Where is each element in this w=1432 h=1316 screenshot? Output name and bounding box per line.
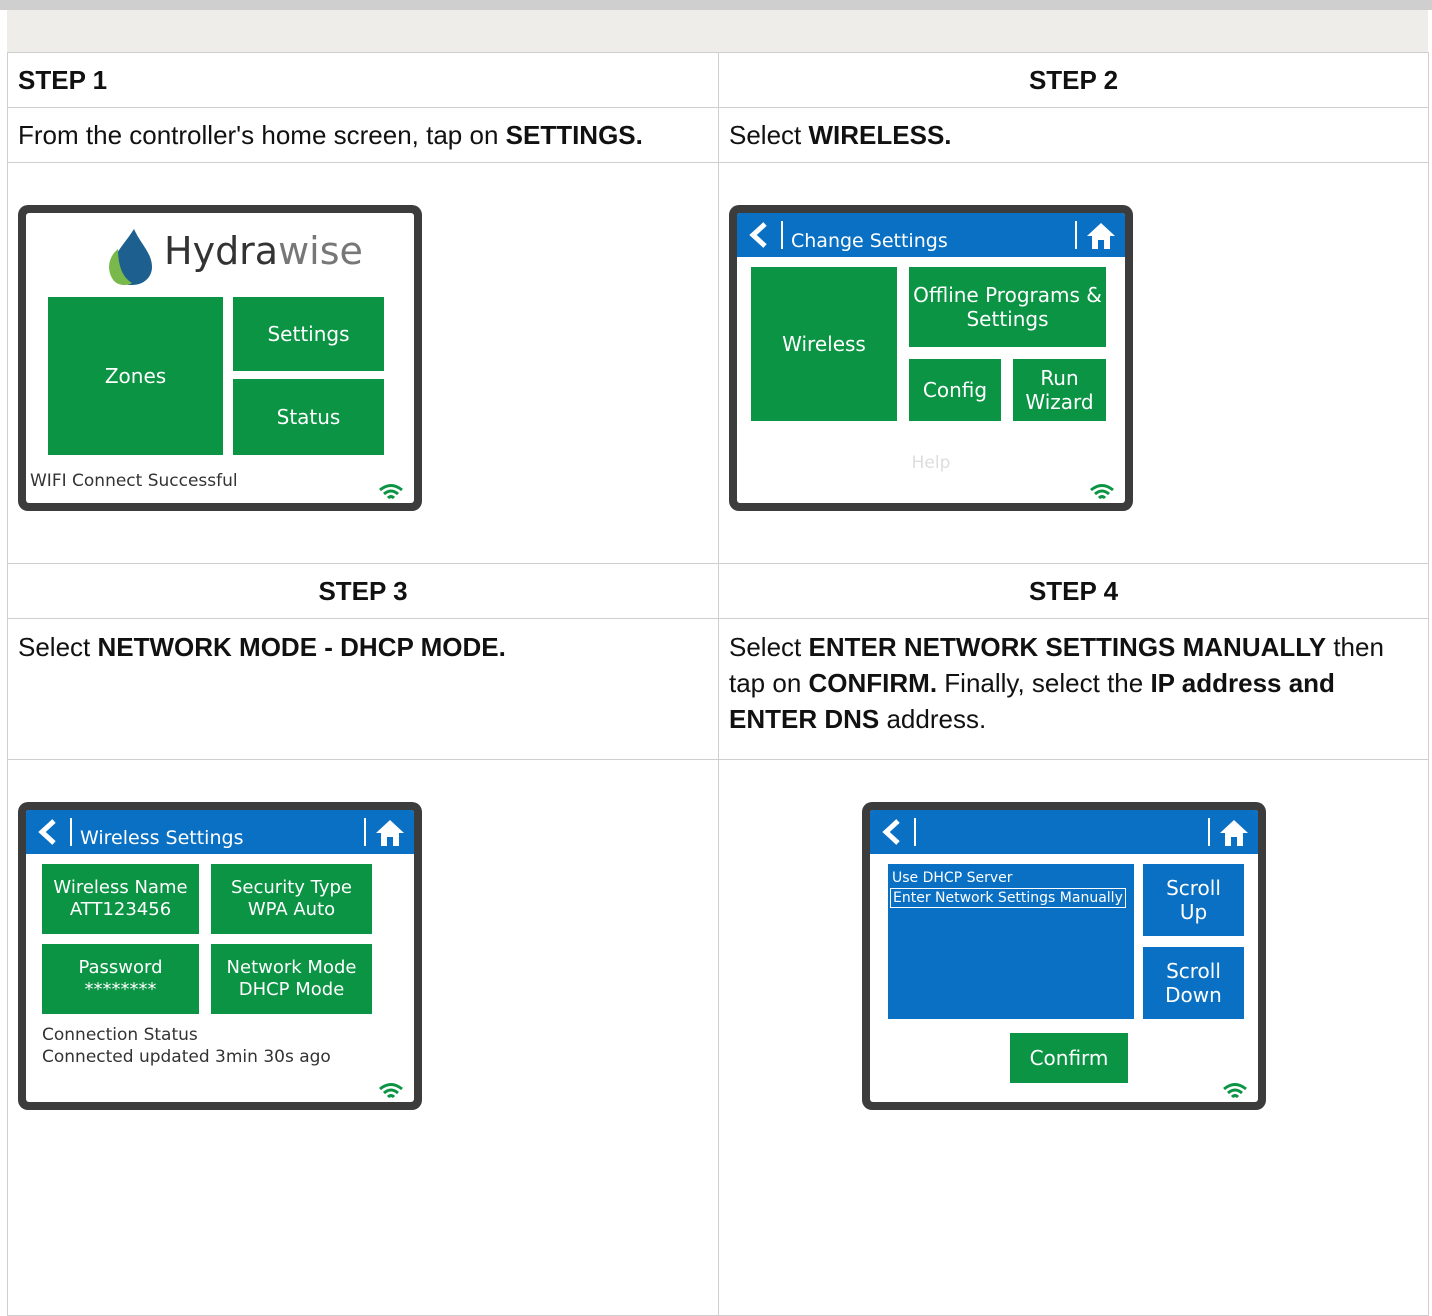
home-icon[interactable] <box>1085 221 1117 251</box>
security-type-button[interactable]: Security Type WPA Auto <box>211 864 372 934</box>
step-image-row-2: Wireless Settings Wireless Name ATT123456… <box>7 759 1429 1316</box>
wifi-icon <box>378 477 404 500</box>
run-wizard-button[interactable]: Run Wizard <box>1013 359 1106 421</box>
step2-text: Select WIRELESS. <box>718 107 1429 163</box>
back-arrow-icon[interactable] <box>878 818 906 846</box>
change-settings-screen: Change Settings Wireless Offline Program… <box>729 205 1133 511</box>
home-icon[interactable] <box>1218 818 1250 848</box>
step2-title: STEP 2 <box>718 52 1429 108</box>
step1-image-cell: Hydrawise Zones Settings Status WIFI Con… <box>7 162 719 564</box>
steps-table: STEP 1 STEP 2 From the controller's home… <box>7 52 1429 1316</box>
step-header-row-2: STEP 3 STEP 4 <box>7 563 1429 619</box>
title-bar: Wireless Settings <box>26 810 414 854</box>
scroll-up-button[interactable]: Scroll Up <box>1143 864 1244 936</box>
title-bar: Change Settings <box>737 213 1125 257</box>
network-settings-screen: Use DHCP Server Enter Network Settings M… <box>862 802 1266 1110</box>
step3-image-cell: Wireless Settings Wireless Name ATT123456… <box>7 759 719 1316</box>
password-button[interactable]: Password ******** <box>42 944 199 1014</box>
zones-button[interactable]: Zones <box>48 297 223 455</box>
hydrawise-logo-text: Hydrawise <box>164 229 363 273</box>
step2-image-cell: Change Settings Wireless Offline Program… <box>718 162 1429 564</box>
step4-text: Select ENTER NETWORK SETTINGS MANUALLY t… <box>718 618 1429 760</box>
config-button[interactable]: Config <box>909 359 1001 421</box>
confirm-button[interactable]: Confirm <box>1010 1033 1128 1083</box>
title-bar <box>870 810 1258 854</box>
wifi-icon <box>378 1076 404 1099</box>
wifi-icon <box>1089 477 1115 500</box>
connection-status: Connection Status Connected updated 3min… <box>42 1025 331 1067</box>
step-text-row-1: From the controller's home screen, tap o… <box>7 107 1429 163</box>
status-button[interactable]: Status <box>233 379 384 455</box>
step4-image-cell: Use DHCP Server Enter Network Settings M… <box>718 759 1429 1316</box>
step3-title: STEP 3 <box>7 563 719 619</box>
help-link[interactable]: Help <box>737 445 1125 481</box>
option-use-dhcp[interactable]: Use DHCP Server <box>892 868 1013 888</box>
network-options-list[interactable]: Use DHCP Server Enter Network Settings M… <box>888 864 1134 1019</box>
step3-text: Select NETWORK MODE - DHCP MODE. <box>7 618 719 760</box>
top-border <box>0 0 1432 10</box>
network-mode-button[interactable]: Network Mode DHCP Mode <box>211 944 372 1014</box>
back-arrow-icon[interactable] <box>34 818 62 846</box>
wireless-settings-screen: Wireless Settings Wireless Name ATT123456… <box>18 802 422 1110</box>
step1-title: STEP 1 <box>7 52 719 108</box>
screen-title: Change Settings <box>791 230 948 252</box>
home-icon[interactable] <box>374 818 406 848</box>
table-header-band <box>7 10 1428 52</box>
step-header-row-1: STEP 1 STEP 2 <box>7 52 1429 108</box>
wireless-name-button[interactable]: Wireless Name ATT123456 <box>42 864 199 934</box>
offline-programs-button[interactable]: Offline Programs & Settings <box>909 267 1106 347</box>
hydrawise-logo-icon <box>104 227 156 287</box>
step-image-row-1: Hydrawise Zones Settings Status WIFI Con… <box>7 162 1429 564</box>
option-enter-manually[interactable]: Enter Network Settings Manually <box>890 888 1126 908</box>
status-message: WIFI Connect Successful <box>30 471 238 491</box>
step4-title: STEP 4 <box>718 563 1429 619</box>
settings-button[interactable]: Settings <box>233 297 384 371</box>
wireless-button[interactable]: Wireless <box>751 267 897 421</box>
step1-text: From the controller's home screen, tap o… <box>7 107 719 163</box>
controller-home-screen: Hydrawise Zones Settings Status WIFI Con… <box>18 205 422 511</box>
wifi-icon <box>1222 1076 1248 1099</box>
screen-title: Wireless Settings <box>80 827 244 849</box>
back-arrow-icon[interactable] <box>745 221 773 249</box>
scroll-down-button[interactable]: Scroll Down <box>1143 947 1244 1019</box>
step-text-row-2: Select NETWORK MODE - DHCP MODE. Select … <box>7 618 1429 760</box>
